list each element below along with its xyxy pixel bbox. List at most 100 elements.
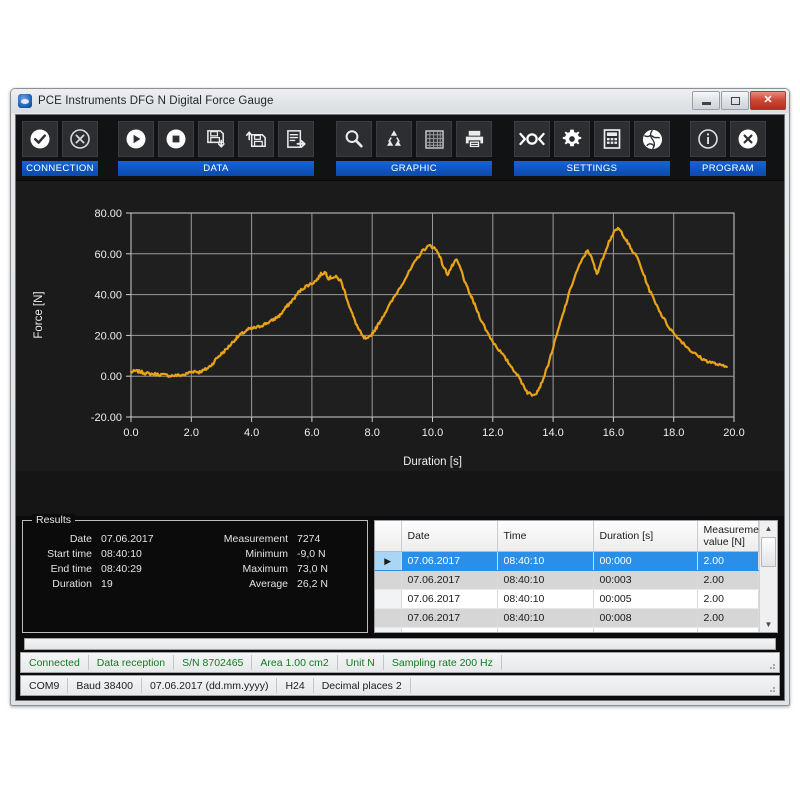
status-time-format: H24	[277, 678, 313, 693]
x-tick-label: 2.0	[184, 427, 199, 439]
row-selector-cell[interactable]	[375, 571, 401, 590]
calculator-button[interactable]	[594, 121, 630, 157]
stop-circle-icon	[165, 128, 187, 150]
x-tick-label: 14.0	[542, 427, 563, 439]
maximize-button[interactable]	[721, 91, 749, 110]
connect-button[interactable]	[22, 121, 58, 157]
export-button[interactable]	[278, 121, 314, 157]
row-selector-cell[interactable]: ▶	[375, 552, 401, 571]
results-value-measurement: 7274	[297, 533, 367, 545]
language-button[interactable]	[634, 121, 670, 157]
y-tick-label: -20.00	[91, 412, 122, 424]
save-button[interactable]	[198, 121, 234, 157]
cell-date[interactable]: 07.06.2017	[401, 590, 497, 609]
row-selector-cell[interactable]	[375, 609, 401, 628]
results-legend: Results	[32, 514, 75, 526]
horizontal-scroll-strip[interactable]	[24, 638, 776, 650]
results-label-minimum: Minimum	[201, 548, 297, 560]
toolbar-group-graphic: GRAPHIC	[336, 121, 492, 176]
cell-duration[interactable]: 00:000	[593, 552, 697, 571]
close-button[interactable]: ✕	[750, 91, 786, 110]
row-selector-cell[interactable]	[375, 590, 401, 609]
column-header-gutter[interactable]	[375, 521, 401, 552]
cell-time[interactable]: 08:40:10	[497, 552, 593, 571]
cell-time[interactable]: 08:40:10	[497, 609, 593, 628]
cell-time[interactable]: 08:40:10	[497, 628, 593, 634]
results-panel: Results Date 07.06.2017 Measurement 7274…	[22, 520, 368, 633]
cell-time[interactable]: 08:40:10	[497, 571, 593, 590]
table-row[interactable]: 07.06.201708:40:1000:0082.00	[375, 609, 759, 628]
title-bar[interactable]: PCE Instruments DFG N Digital Force Gaug…	[11, 89, 789, 113]
start-button[interactable]	[118, 121, 154, 157]
status-decimal-places: Decimal places 2	[314, 678, 411, 693]
y-tick-label: 60.00	[94, 249, 122, 261]
row-selector-cell[interactable]	[375, 628, 401, 634]
table-row[interactable]: ▶07.06.201708:40:1000:0002.00	[375, 552, 759, 571]
stop-button[interactable]	[158, 121, 194, 157]
column-header-duration[interactable]: Duration [s]	[593, 521, 697, 552]
scroll-thumb[interactable]	[761, 537, 776, 567]
calibration-button[interactable]	[514, 121, 550, 157]
cell-measurement-value[interactable]: 2.00	[697, 609, 759, 628]
results-value-average: 26,2 N	[297, 578, 367, 590]
toolbar-group-settings: SETTINGS	[514, 121, 670, 176]
export-document-icon	[285, 128, 308, 151]
measurement-table[interactable]: Date Time Duration [s] Measurement value…	[374, 520, 778, 633]
y-tick-label: 40.00	[94, 290, 122, 302]
toolbar-group-label-data: DATA	[118, 161, 314, 176]
cell-duration[interactable]: 00:005	[593, 590, 697, 609]
scroll-up-button[interactable]: ▲	[760, 521, 777, 536]
cell-duration[interactable]: 00:003	[593, 571, 697, 590]
x-tick-label: 20.0	[723, 427, 744, 439]
x-tick-label: 0.0	[123, 427, 138, 439]
table-row[interactable]: 07.06.201708:40:1000:0032.00	[375, 571, 759, 590]
column-header-date[interactable]: Date	[401, 521, 497, 552]
disconnect-button[interactable]	[62, 121, 98, 157]
x-circle-icon	[737, 128, 759, 150]
application-body: CONNECTION	[15, 114, 785, 701]
open-disk-up-icon	[245, 128, 268, 151]
zoom-button[interactable]	[336, 121, 372, 157]
exit-button[interactable]	[730, 121, 766, 157]
cell-time[interactable]: 08:40:10	[497, 590, 593, 609]
cell-date[interactable]: 07.06.2017	[401, 571, 497, 590]
play-circle-icon	[125, 128, 147, 150]
cell-date[interactable]: 07.06.2017	[401, 628, 497, 634]
configuration-button[interactable]	[554, 121, 590, 157]
refresh-button[interactable]	[376, 121, 412, 157]
cell-measurement-value[interactable]: 2.00	[697, 552, 759, 571]
cell-date[interactable]: 07.06.2017	[401, 609, 497, 628]
grid-button[interactable]	[416, 121, 452, 157]
status-connected: Connected	[21, 655, 89, 670]
column-header-time[interactable]: Time	[497, 521, 593, 552]
minimize-button[interactable]	[692, 91, 720, 110]
cell-duration[interactable]: 00:011	[593, 628, 697, 634]
info-button[interactable]	[690, 121, 726, 157]
x-tick-label: 18.0	[663, 427, 684, 439]
results-value-minimum: -9,0 N	[297, 548, 367, 560]
cell-measurement-value[interactable]: 2.00	[697, 571, 759, 590]
results-value-date: 07.06.2017	[101, 533, 201, 545]
table-scrollbar[interactable]: ▲ ▼	[759, 521, 777, 632]
toolbar-group-label-settings: SETTINGS	[514, 161, 670, 176]
cell-measurement-value[interactable]: 2.00	[697, 628, 759, 634]
print-button[interactable]	[456, 121, 492, 157]
column-header-measurement-value[interactable]: Measurement value [N]	[697, 521, 759, 552]
chart-panel[interactable]: Graphic evaluation -20.000.0020.0040.006…	[16, 181, 784, 516]
results-value-start-time: 08:40:10	[101, 548, 201, 560]
cell-date[interactable]: 07.06.2017	[401, 552, 497, 571]
results-grid: Date 07.06.2017 Measurement 7274 Start t…	[23, 533, 367, 590]
y-axis-label: Force [N]	[33, 291, 45, 338]
open-button[interactable]	[238, 121, 274, 157]
cell-measurement-value[interactable]: 2.00	[697, 590, 759, 609]
cell-duration[interactable]: 00:008	[593, 609, 697, 628]
scroll-down-button[interactable]: ▼	[760, 617, 777, 632]
toolbar-group-label-program: PROGRAM	[690, 161, 766, 176]
table-row[interactable]: 07.06.201708:40:1000:0052.00	[375, 590, 759, 609]
scroll-track[interactable]	[760, 567, 777, 617]
magnifier-icon	[343, 128, 365, 150]
x-axis-label: Duration [s]	[403, 456, 462, 468]
table-row[interactable]: 07.06.201708:40:1000:0112.00	[375, 628, 759, 634]
status-bar-secondary: COM9 Baud 38400 07.06.2017 (dd.mm.yyyy) …	[20, 675, 780, 696]
x-tick-label: 4.0	[244, 427, 259, 439]
